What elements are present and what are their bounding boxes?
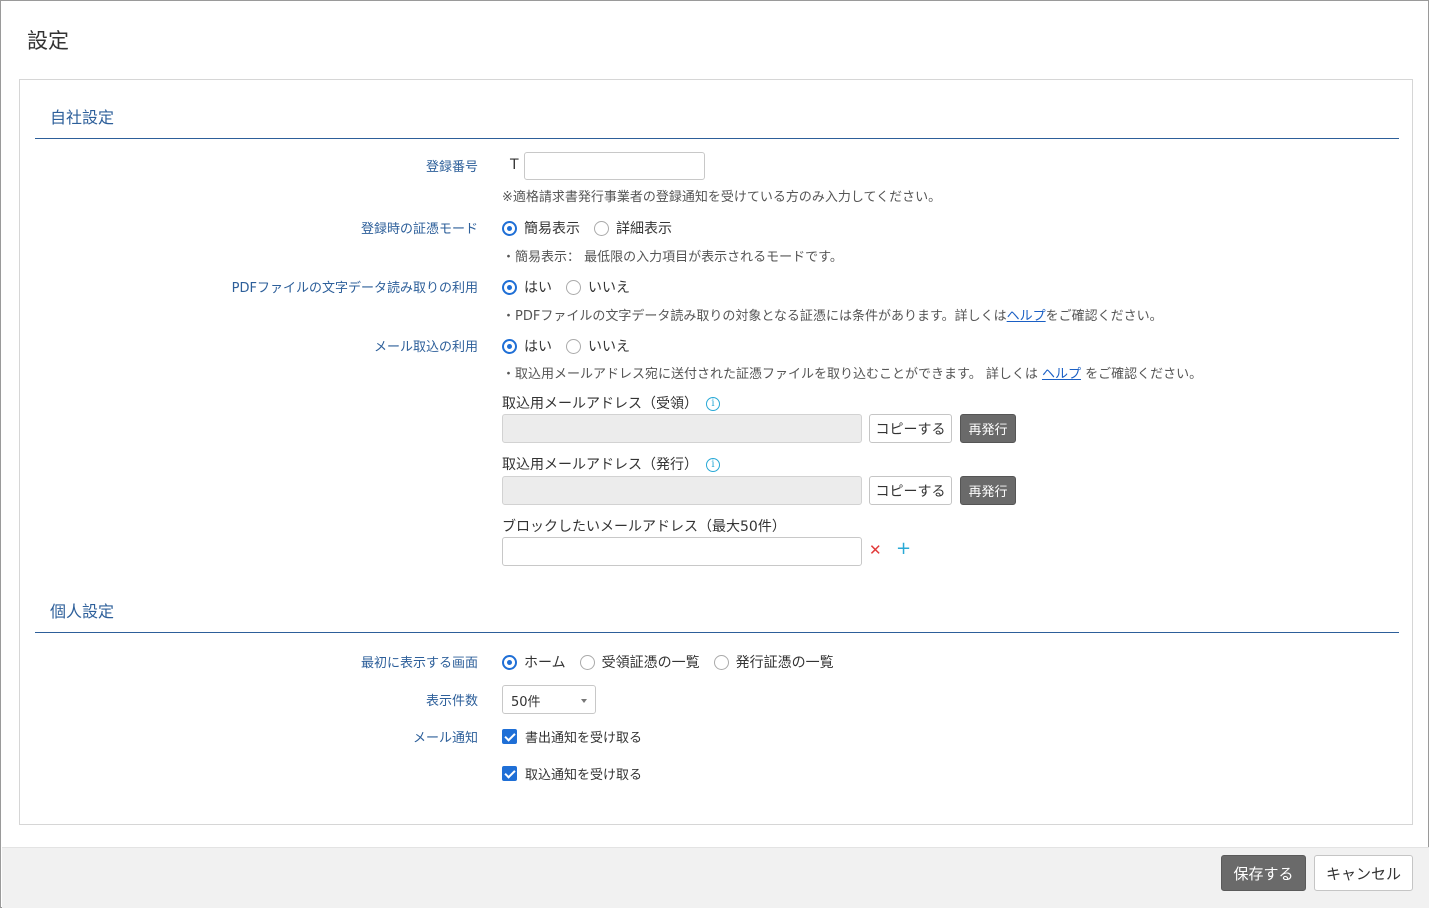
mail-import-label: メール取込の利用 [373, 340, 478, 355]
pdf-ocr-option-yes[interactable]: はい [502, 277, 552, 297]
voucher-mode-label: 登録時の証憑モード [360, 222, 478, 237]
block-address-input[interactable] [502, 537, 862, 566]
import-notice-checkbox-label: 取込通知を受け取る [525, 768, 643, 783]
voucher-mode-option-label: 詳細表示 [616, 221, 672, 237]
pdf-ocr-radio-group: はい いいえ [502, 277, 644, 297]
radio-selected-icon [502, 220, 517, 236]
mail-import-option-label: いいえ [588, 339, 630, 355]
radio-empty-icon [713, 654, 729, 670]
registration-number-input[interactable] [524, 152, 705, 180]
start-screen-label: 最初に表示する画面 [360, 656, 478, 671]
issue-address-label-text: 取込用メールアドレス（発行） [502, 457, 698, 473]
info-icon[interactable]: i [706, 397, 720, 411]
mail-import-option-yes[interactable]: はい [502, 336, 552, 356]
receive-address-label-text: 取込用メールアドレス（受領） [502, 396, 698, 412]
radio-selected-icon [502, 654, 517, 670]
start-screen-option-received[interactable]: 受領証憑の一覧 [579, 652, 700, 672]
mail-import-radio-group: はい いいえ [502, 336, 644, 356]
pdf-ocr-option-label: はい [524, 280, 552, 296]
page-title: 設定 [27, 29, 69, 53]
mail-import-option-label: はい [524, 339, 552, 355]
start-screen-option-label: 受領証憑の一覧 [601, 655, 700, 671]
receive-address-field [502, 414, 862, 443]
radio-empty-icon [566, 279, 581, 295]
mail-import-help-link[interactable]: ヘルプ [1042, 367, 1081, 382]
issue-address-label: 取込用メールアドレス（発行） i [502, 454, 720, 474]
registration-prefix: T [510, 157, 519, 173]
start-screen-option-label: ホーム [524, 655, 566, 671]
page-size-label: 表示件数 [425, 694, 478, 709]
mail-import-note-text: ・取込用メールアドレス宛に送付された証憑ファイルを取り込むことができます。 詳し… [502, 367, 1042, 382]
pdf-ocr-option-label: いいえ [588, 280, 630, 296]
settings-window: 設定 自社設定 登録番号 T ※適格請求書発行事業者の登録通知を受けている方のみ… [0, 0, 1429, 908]
settings-card: 自社設定 登録番号 T ※適格請求書発行事業者の登録通知を受けている方のみ入力し… [19, 79, 1413, 825]
voucher-mode-option-label: 簡易表示 [524, 221, 580, 237]
start-screen-radio-group: ホーム 受領証憑の一覧 発行証憑の一覧 [502, 652, 848, 672]
page-size-value: 50件 [511, 695, 541, 710]
section-heading-company: 自社設定 [35, 104, 1399, 139]
voucher-mode-note: ・簡易表示： 最低限の入力項目が表示されるモードです。 [502, 250, 843, 265]
mail-import-option-no[interactable]: いいえ [566, 336, 630, 356]
import-notice-checkbox[interactable]: 取込通知を受け取る [502, 764, 642, 783]
close-icon[interactable]: ✕ [869, 541, 882, 559]
info-icon[interactable]: i [706, 458, 720, 472]
issue-address-copy-button[interactable]: コピーする [869, 476, 952, 505]
receive-address-reissue-button[interactable]: 再発行 [960, 414, 1016, 443]
issue-address-reissue-button[interactable]: 再発行 [960, 476, 1016, 505]
voucher-mode-option-simple[interactable]: 簡易表示 [502, 218, 580, 238]
mail-import-note-text-end: をご確認ください。 [1080, 367, 1203, 382]
start-screen-option-home[interactable]: ホーム [502, 652, 566, 672]
export-notice-checkbox-label: 書出通知を受け取る [525, 731, 643, 746]
pdf-ocr-option-no[interactable]: いいえ [566, 277, 630, 297]
footer-bar: 保存する キャンセル [2, 847, 1429, 908]
radio-selected-icon [502, 338, 517, 354]
radio-empty-icon [579, 654, 595, 670]
radio-selected-icon [502, 279, 517, 295]
voucher-mode-radio-group: 簡易表示 詳細表示 [502, 218, 686, 238]
section-heading-personal: 個人設定 [35, 598, 1399, 633]
issue-address-field [502, 476, 862, 505]
mail-import-note: ・取込用メールアドレス宛に送付された証憑ファイルを取り込むことができます。 詳し… [502, 363, 1202, 382]
mail-notice-label: メール通知 [412, 731, 478, 746]
start-screen-option-label: 発行証憑の一覧 [735, 655, 834, 671]
registration-number-label: 登録番号 [425, 160, 478, 175]
receive-address-label: 取込用メールアドレス（受領） i [502, 393, 720, 413]
radio-empty-icon [594, 220, 609, 236]
pdf-ocr-note: ・PDFファイルの文字データ読み取りの対象となる証憑には条件があります。詳しくは… [502, 305, 1163, 324]
pdf-ocr-label: PDFファイルの文字データ読み取りの利用 [231, 281, 478, 296]
receive-address-copy-button[interactable]: コピーする [869, 414, 952, 443]
page-size-select[interactable]: 50件 [502, 685, 596, 714]
registration-note: ※適格請求書発行事業者の登録通知を受けている方のみ入力してください。 [502, 190, 942, 205]
cancel-button[interactable]: キャンセル [1314, 855, 1413, 891]
checkbox-checked-icon [502, 766, 517, 781]
block-address-label: ブロックしたいメールアドレス（最大50件） [502, 519, 786, 535]
pdf-ocr-help-link[interactable]: ヘルプ [1007, 309, 1046, 324]
pdf-ocr-note-text: ・PDFファイルの文字データ読み取りの対象となる証憑には条件があります。詳しくは [502, 309, 1007, 324]
save-button[interactable]: 保存する [1221, 855, 1306, 891]
export-notice-checkbox[interactable]: 書出通知を受け取る [502, 727, 642, 746]
start-screen-option-issued[interactable]: 発行証憑の一覧 [713, 652, 834, 672]
pdf-ocr-note-text-end: をご確認ください。 [1045, 309, 1163, 324]
plus-icon[interactable]: + [896, 538, 911, 559]
checkbox-checked-icon [502, 729, 517, 744]
radio-empty-icon [566, 338, 581, 354]
voucher-mode-option-detail[interactable]: 詳細表示 [594, 218, 672, 238]
caret-down-icon [581, 699, 587, 703]
